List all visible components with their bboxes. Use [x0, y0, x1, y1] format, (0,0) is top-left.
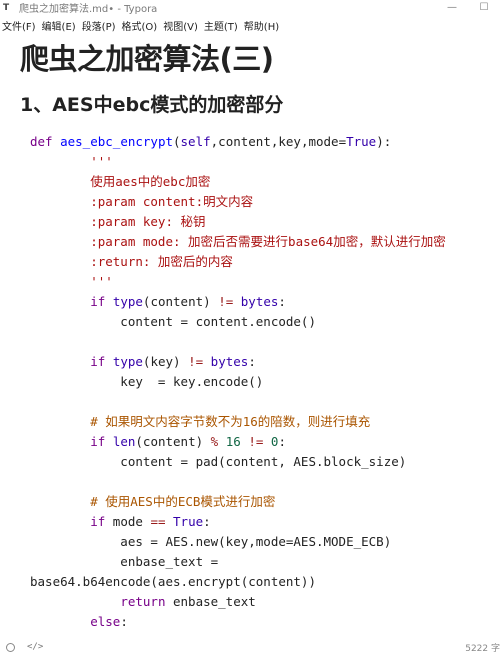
code-line: key = key.encode()	[30, 374, 264, 389]
code-line: :param key: 秘钥	[30, 214, 206, 229]
document-heading-2[interactable]: 1、AES中ebc模式的加密部分	[20, 90, 283, 117]
menu-paragraph[interactable]: 段落(P)	[80, 18, 120, 33]
code-line: content = pad(content, AES.block_size)	[30, 454, 407, 469]
typora-logo-icon: T	[3, 2, 10, 13]
menu-file[interactable]: 文件(F)	[0, 18, 40, 33]
code-line: if type(key) != bytes:	[90, 354, 256, 369]
code-line: aes = AES.new(key,mode=AES.MODE_ECB)	[30, 534, 392, 549]
code-line: def aes_ebc_encrypt(self,content,key,mod…	[30, 134, 392, 149]
code-line: else:	[90, 614, 128, 629]
code-line: '''	[30, 274, 113, 289]
outline-toggle-icon[interactable]	[6, 642, 15, 652]
minimize-icon[interactable]: —	[436, 2, 468, 13]
code-line: if mode == True:	[90, 514, 211, 529]
editor-area[interactable]: 爬虫之加密算法(三) 1、AES中ebc模式的加密部分 def aes_ebc_…	[0, 34, 500, 630]
code-line: :param mode: 加密后否需要进行base64加密，默认进行加密	[30, 234, 446, 249]
menu-edit[interactable]: 编辑(E)	[40, 18, 80, 33]
code-line: if len(content) % 16 != 0:	[90, 434, 286, 449]
code-line: '''	[30, 154, 113, 169]
code-line: :return: 加密后的内容	[30, 254, 233, 269]
code-line: :param content:明文内容	[30, 194, 254, 209]
code-line: # 如果明文内容字节数不为16的陪数，则进行填充	[30, 414, 371, 429]
code-line: base64.b64encode(aes.encrypt(content))	[30, 574, 316, 589]
menu-view[interactable]: 视图(V)	[161, 18, 202, 33]
menu-help[interactable]: 帮助(H)	[242, 18, 283, 33]
word-count[interactable]: 5222 字	[465, 641, 500, 654]
document-heading-1[interactable]: 爬虫之加密算法(三)	[20, 36, 274, 78]
window-title: 爬虫之加密算法.md• - Typora	[19, 4, 158, 15]
code-line: enbase_text =	[30, 554, 219, 569]
code-line: return enbase_text	[120, 594, 256, 609]
source-mode-toggle[interactable]: </>	[27, 642, 43, 652]
status-bar: </> 5222 字	[0, 637, 500, 657]
code-line: # 使用AES中的ECB模式进行加密	[30, 494, 276, 509]
menu-bar: 文件(F) 编辑(E) 段落(P) 格式(O) 视图(V) 主题(T) 帮助(H…	[0, 16, 500, 34]
title-bar: T 爬虫之加密算法.md• - Typora — ☐	[0, 0, 500, 15]
maximize-icon[interactable]: ☐	[468, 2, 500, 13]
menu-format[interactable]: 格式(O)	[120, 18, 162, 33]
menu-theme[interactable]: 主题(T)	[202, 18, 242, 33]
code-line: 使用aes中的ebc加密	[30, 174, 211, 189]
code-block[interactable]: def aes_ebc_encrypt(self,content,key,mod…	[30, 132, 500, 630]
code-line: content = content.encode()	[30, 314, 316, 329]
code-line: if type(content) != bytes:	[90, 294, 286, 309]
